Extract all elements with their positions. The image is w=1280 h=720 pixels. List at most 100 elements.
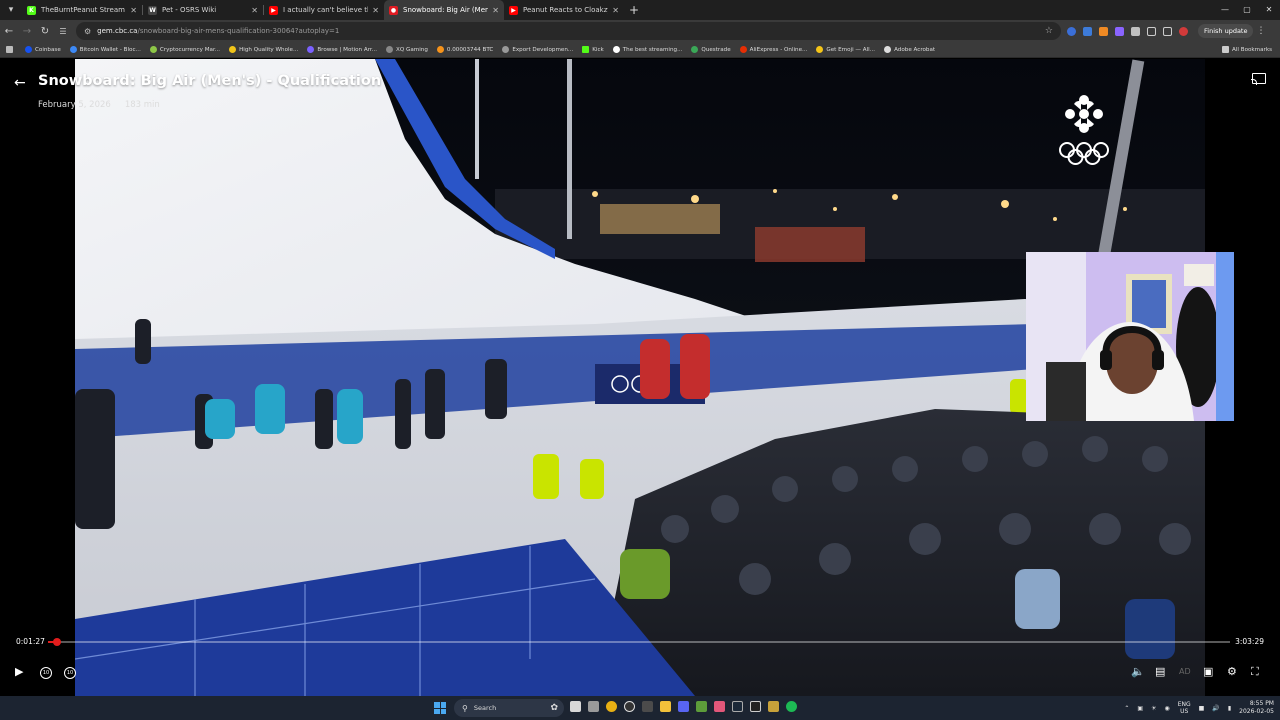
bookmark-item[interactable]: Adobe Acrobat bbox=[884, 46, 935, 53]
task-view-icon[interactable] bbox=[570, 701, 581, 712]
play-button[interactable]: ▶ bbox=[15, 666, 23, 678]
discord-icon[interactable] bbox=[678, 701, 689, 712]
clock[interactable]: 8:55 PM 2026-02-05 bbox=[1239, 700, 1274, 716]
app-icon[interactable] bbox=[588, 701, 599, 712]
bookmark-item[interactable]: High Quality Whole... bbox=[229, 46, 298, 53]
taskbar-search[interactable]: ⚲ Search ✿ bbox=[454, 699, 564, 717]
tray-overflow-icon[interactable]: ⌃ bbox=[1124, 705, 1129, 712]
tab-2[interactable]: ▶ I actually can't believe this... - Yo … bbox=[264, 0, 384, 20]
menu-kebab-icon[interactable]: ⋮ bbox=[1256, 26, 1265, 36]
all-bookmarks-button[interactable]: All Bookmarks bbox=[1222, 46, 1272, 53]
network-icon[interactable]: ■ bbox=[1199, 705, 1205, 712]
bookmark-favicon-icon bbox=[229, 46, 237, 53]
search-icon: ⚲ bbox=[462, 703, 468, 713]
volume-tray-icon[interactable]: 🔊 bbox=[1212, 705, 1219, 712]
audio-description-icon[interactable]: AD bbox=[1179, 666, 1191, 678]
volume-icon[interactable]: 🔈 bbox=[1131, 666, 1145, 678]
settings-gear-icon[interactable]: ⚙ bbox=[1227, 666, 1237, 678]
url-host: gem.cbc.ca bbox=[97, 27, 138, 35]
tab-close-icon[interactable]: ✕ bbox=[130, 6, 137, 15]
tab-favicon-icon: K bbox=[27, 5, 36, 15]
bookmarks-apps-icon[interactable] bbox=[6, 46, 16, 53]
file-explorer-icon[interactable] bbox=[660, 701, 671, 712]
chrome-icon[interactable] bbox=[606, 701, 617, 712]
puzzle-extensions-icon[interactable] bbox=[1147, 26, 1156, 36]
tab-search-icon[interactable]: ▾ bbox=[0, 0, 22, 20]
sidebar-icon[interactable] bbox=[1163, 26, 1172, 36]
tab-close-icon[interactable]: ✕ bbox=[492, 6, 499, 15]
tab-close-icon[interactable]: ✕ bbox=[612, 6, 619, 15]
webcam-overlay bbox=[1026, 252, 1234, 421]
reload-button[interactable]: ↻ bbox=[36, 26, 54, 37]
browser-toolbar: ← → ↻ ☰ ⚙ gem.cbc.ca/snowboard-big-air-m… bbox=[0, 20, 1280, 42]
extension-icon[interactable] bbox=[1083, 26, 1092, 36]
fullscreen-icon[interactable]: ⛶ bbox=[1251, 666, 1259, 678]
windows-start-icon[interactable] bbox=[434, 702, 446, 714]
bookmark-item[interactable]: Coinbase bbox=[25, 46, 61, 53]
bookmark-item[interactable]: Kick bbox=[582, 46, 604, 53]
tab-1[interactable]: W Pet - OSRS Wiki ✕ bbox=[143, 0, 263, 20]
riot-icon[interactable] bbox=[768, 701, 779, 712]
bookmark-item[interactable]: The best streaming... bbox=[612, 46, 682, 53]
bookmark-item[interactable]: AliExpress - Online... bbox=[739, 46, 807, 53]
extension-icon[interactable] bbox=[1099, 26, 1108, 36]
bookmark-star-icon[interactable]: ☆ bbox=[1045, 26, 1053, 36]
forward-button[interactable]: → bbox=[18, 26, 36, 37]
profile-avatar-icon[interactable] bbox=[1179, 26, 1188, 36]
video-player[interactable]: ← Snowboard: Big Air (Men's) - Qualifica… bbox=[0, 59, 1280, 696]
bookmark-favicon-icon bbox=[502, 46, 510, 53]
back-button[interactable]: ← bbox=[0, 26, 18, 37]
bookmark-favicon-icon bbox=[307, 46, 315, 53]
spotify-icon[interactable] bbox=[786, 701, 797, 712]
system-tray: ⌃ ▣ ☀ ◉ ENG US ■ 🔊 ▮ 8:55 PM 2026-02-05 bbox=[1124, 696, 1274, 720]
back-arrow-icon[interactable]: ← bbox=[14, 75, 26, 91]
bookmark-item[interactable]: 0.00003744 BTC bbox=[436, 46, 493, 53]
folder-icon bbox=[1222, 46, 1230, 53]
site-info-icon[interactable]: ☰ bbox=[54, 27, 72, 36]
pip-icon[interactable]: ▣ bbox=[1203, 666, 1213, 678]
obs-icon[interactable] bbox=[624, 701, 635, 712]
close-window-button[interactable]: ✕ bbox=[1258, 0, 1280, 20]
tab-4[interactable]: ▶ Peanut Reacts to Cloakzy Slip U ✕ bbox=[504, 0, 624, 20]
tray-icon[interactable]: ▣ bbox=[1137, 705, 1143, 712]
minimize-button[interactable]: — bbox=[1214, 0, 1236, 20]
language-indicator[interactable]: ENG US bbox=[1178, 701, 1191, 715]
maximize-button[interactable]: ▢ bbox=[1236, 0, 1258, 20]
finish-update-button[interactable]: Finish update bbox=[1198, 24, 1254, 38]
bookmark-item[interactable]: Browse | Motion Arr... bbox=[307, 46, 377, 53]
bookmark-favicon-icon bbox=[69, 46, 77, 53]
forward-10-icon[interactable]: 10 bbox=[64, 667, 76, 679]
bookmark-item[interactable]: XQ Gaming bbox=[386, 46, 428, 53]
bookmark-item[interactable]: Cryptocurrency Mar... bbox=[149, 46, 220, 53]
cast-icon[interactable] bbox=[1251, 73, 1266, 85]
bookmark-favicon-icon bbox=[582, 46, 590, 53]
captions-icon[interactable]: ▤ bbox=[1155, 666, 1165, 678]
app-icon[interactable] bbox=[750, 701, 761, 712]
bookmark-item[interactable]: Questrade bbox=[691, 46, 731, 53]
tray-icon[interactable]: ◉ bbox=[1164, 705, 1169, 712]
progress-bar[interactable] bbox=[48, 638, 1230, 646]
tab-favicon-icon: ● bbox=[389, 5, 398, 15]
steam-icon[interactable] bbox=[732, 701, 743, 712]
app-icon[interactable] bbox=[642, 701, 653, 712]
extension-icon[interactable] bbox=[1131, 26, 1140, 36]
extension-icon[interactable] bbox=[1115, 26, 1124, 36]
photos-icon[interactable] bbox=[714, 701, 725, 712]
progress-handle[interactable] bbox=[53, 638, 62, 646]
bookmark-item[interactable]: Get Emoji — All... bbox=[816, 46, 875, 53]
tab-close-icon[interactable]: ✕ bbox=[372, 6, 379, 15]
new-tab-button[interactable]: + bbox=[624, 0, 644, 20]
rewind-10-icon[interactable]: 10 bbox=[40, 667, 52, 679]
address-bar[interactable]: ⚙ gem.cbc.ca/snowboard-big-air-mens-qual… bbox=[76, 22, 1061, 40]
bookmark-item[interactable]: Bitcoin Wallet - Bloc... bbox=[69, 46, 141, 53]
battery-icon[interactable]: ▮ bbox=[1228, 705, 1231, 712]
tab-3-active[interactable]: ● Snowboard: Big Air (Men's) - Q ✕ bbox=[384, 0, 504, 20]
site-settings-icon[interactable]: ⚙ bbox=[84, 27, 91, 36]
tray-icon[interactable]: ☀ bbox=[1151, 705, 1156, 712]
tab-close-icon[interactable]: ✕ bbox=[251, 6, 258, 15]
extension-icon[interactable] bbox=[1067, 26, 1076, 36]
bookmark-item[interactable]: Export Developmen... bbox=[502, 46, 573, 53]
tab-0[interactable]: K TheBurntPeanut Stream - Watc ✕ bbox=[22, 0, 142, 20]
tab-title: I actually can't believe this... - Yo bbox=[283, 6, 368, 14]
minecraft-icon[interactable] bbox=[696, 701, 707, 712]
